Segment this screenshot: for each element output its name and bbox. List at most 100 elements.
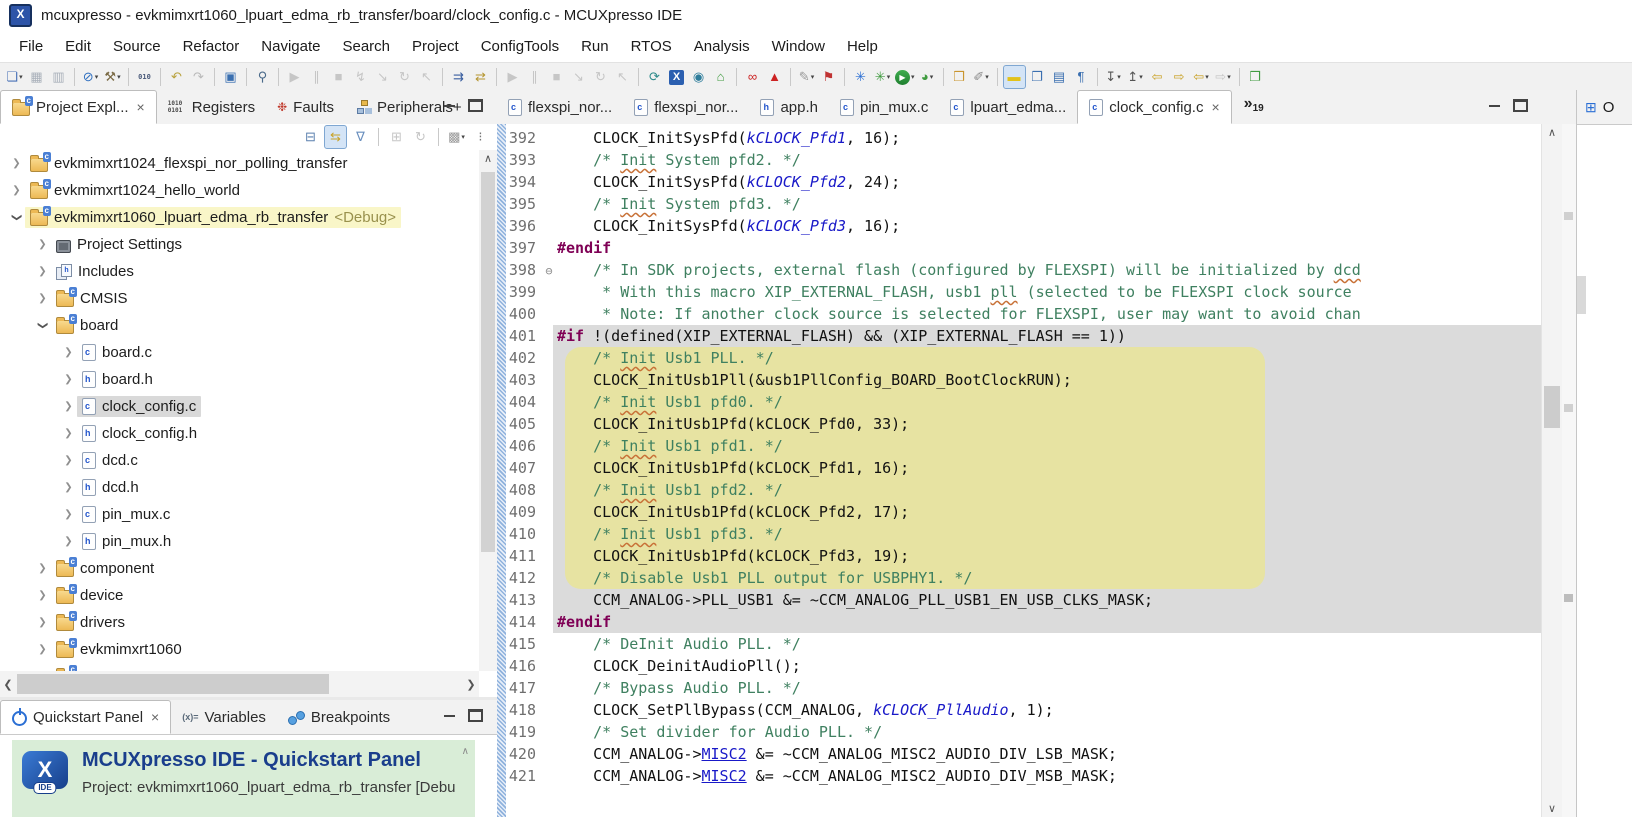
code-line[interactable]: 415 /* DeInit Audio PLL. */ (506, 633, 1542, 655)
expand-arrow-icon[interactable]: ❯ (60, 401, 77, 412)
tree-item-device[interactable]: ❯ device (0, 582, 479, 609)
code-line[interactable]: 407 CLOCK_InitUsb1Pfd(kCLOCK_Pfd1, 16); (506, 457, 1542, 479)
expand-arrow-icon[interactable]: ❯ (60, 482, 77, 493)
tree-item-cmsis[interactable]: ❯ CMSIS (0, 285, 479, 312)
code-line[interactable]: 411 CLOCK_InitUsb1Pfd(kCLOCK_Pfd3, 19); (506, 545, 1542, 567)
resume-button[interactable]: ▶ (284, 66, 305, 88)
minimize-icon[interactable] (444, 715, 455, 717)
scroll-right-icon[interactable]: ❯ (463, 678, 479, 691)
suspend-all-button[interactable]: ∥ (524, 66, 545, 88)
show-disassembly-button[interactable]: ⇄ (470, 66, 491, 88)
code-line[interactable]: 400 * Note: If another clock source is s… (506, 303, 1542, 325)
redo-button[interactable]: ↷ (188, 66, 209, 88)
next-annotation-button[interactable]: ↧ ▾ (1103, 66, 1124, 88)
scroll-down-icon[interactable]: ∨ (1542, 802, 1562, 815)
last-edit-location-button[interactable]: ⇦ (1147, 66, 1168, 88)
tab-overflow-indicator[interactable]: » 19 (1244, 90, 1264, 124)
instruction-stepping-button[interactable]: ⇉ (448, 66, 469, 88)
tree-horizontal-scrollbar[interactable]: ❮ ❯ (0, 671, 479, 697)
debug-new-button[interactable]: ✳ (850, 66, 871, 88)
expand-arrow-icon[interactable]: ❯ (60, 536, 77, 547)
annotation-marker[interactable] (1564, 404, 1573, 412)
home-button[interactable]: ⌂ (710, 66, 731, 88)
view-menu-button[interactable]: ▩ ▾ (446, 126, 467, 148)
code-line[interactable]: 397 #endif (506, 237, 1542, 259)
scrollbar-thumb[interactable] (17, 674, 329, 694)
step-over-button[interactable]: ↻ (394, 66, 415, 88)
code-line[interactable]: 410 /* Init Usb1 pfd3. */ (506, 523, 1542, 545)
search-button[interactable]: ⚲ (252, 66, 273, 88)
new-button[interactable]: ❏ ▾ (4, 66, 25, 88)
code-line[interactable]: 419 /* Set divider for Audio PLL. */ (506, 721, 1542, 743)
code-line[interactable]: 409 CLOCK_InitUsb1Pfd(kCLOCK_Pfd2, 17); (506, 501, 1542, 523)
step-return-button[interactable]: ↖ (416, 66, 437, 88)
tree-item-source[interactable]: ❯source (0, 663, 479, 671)
maximize-icon[interactable] (468, 709, 483, 722)
code-editor[interactable]: 392 CLOCK_InitSysPfd(kCLOCK_Pfd1, 16); 39… (497, 124, 1576, 817)
editor-tab-flexspi-nor[interactable]: flexspi_nor... (623, 90, 749, 124)
editor-tab-pin-mux-c[interactable]: pin_mux.c (829, 90, 939, 124)
step-into-button[interactable]: ↘ (372, 66, 393, 88)
expand-arrow-icon[interactable]: ❯ (60, 374, 77, 385)
editor-vertical-scrollbar[interactable]: ∧ ∨ (1541, 124, 1562, 817)
binaries-button[interactable]: 010 (134, 66, 155, 88)
expand-arrow-icon[interactable]: ❯ (34, 266, 51, 277)
menu-refactor[interactable]: Refactor (172, 34, 251, 59)
code-line[interactable]: 417 /* Bypass Audio PLL. */ (506, 677, 1542, 699)
link-with-editor-button[interactable]: ⇆ (324, 125, 347, 149)
remove-marker-button[interactable]: ⚑ (818, 66, 839, 88)
code-line[interactable]: 404 /* Init Usb1 pfd0. */ (506, 391, 1542, 413)
expand-arrow-icon[interactable]: ❯ (34, 644, 51, 655)
bottom-tab-breakpoints[interactable]: Breakpoints (277, 700, 401, 734)
menu-source[interactable]: Source (102, 34, 172, 59)
scrollbar-thumb[interactable] (1544, 386, 1560, 428)
code-line[interactable]: 396 CLOCK_InitSysPfd(kCLOCK_Pfd3, 16); (506, 215, 1542, 237)
annotation-list-button[interactable]: ▤ (1049, 66, 1070, 88)
code-line[interactable]: 421 CCM_ANALOG->MISC2 &= ~CCM_ANALOG_MIS… (506, 765, 1542, 787)
collapse-arrow-icon[interactable]: ❯ (11, 209, 22, 226)
undo-button[interactable]: ↶ (166, 66, 187, 88)
scroll-up-icon[interactable]: ∧ (479, 152, 497, 165)
menu-rtos[interactable]: RTOS (620, 34, 683, 59)
close-icon[interactable]: × (137, 99, 145, 115)
console-button[interactable]: ▣ (220, 66, 241, 88)
save-all-button[interactable]: ▥ (48, 66, 69, 88)
annotation-marker[interactable] (1564, 594, 1573, 602)
tree-item-clock-config-h[interactable]: ❯ clock_config.h (0, 420, 479, 447)
profile-button[interactable]: ◕ ▾ (917, 66, 938, 88)
tree-item-drivers[interactable]: ❯ drivers (0, 609, 479, 636)
editor-tab-flexspi-nor[interactable]: flexspi_nor... (497, 90, 623, 124)
focus-on-active-task-button[interactable]: ⊞ (386, 126, 407, 148)
code-line[interactable]: 412 /* Disable Usb1 PLL output for USBPH… (506, 567, 1542, 589)
code-line[interactable]: 393 /* Init System pfd2. */ (506, 149, 1542, 171)
menu-configtools[interactable]: ConfigTools (470, 34, 570, 59)
bottom-tab-quickstart-panel[interactable]: Quickstart Panel × (0, 700, 172, 734)
annotation-doc-button[interactable]: ❐ (1027, 66, 1048, 88)
close-icon[interactable]: × (1211, 99, 1219, 115)
code-line[interactable]: 405 CLOCK_InitUsb1Pfd(kCLOCK_Pfd0, 33); (506, 413, 1542, 435)
fold-collapse-icon[interactable]: ⊖ (541, 260, 557, 282)
expand-arrow-icon[interactable]: ❯ (8, 185, 25, 196)
step-marker-button[interactable]: ↯ (350, 66, 371, 88)
tree-item-pin-mux-c[interactable]: ❯ pin_mux.c (0, 501, 479, 528)
code-line[interactable]: 418 CLOCK_SetPllBypass(CCM_ANALOG, kCLOC… (506, 699, 1542, 721)
tree-item-pin-mux-h[interactable]: ❯ pin_mux.h (0, 528, 479, 555)
menu-file[interactable]: File (8, 34, 54, 59)
step-into-all-button[interactable]: ↘ (568, 66, 589, 88)
explorer-tab-project-expl[interactable]: Project Expl... × (0, 90, 157, 124)
menu-run[interactable]: Run (570, 34, 620, 59)
scroll-up-icon[interactable]: ∧ (1542, 126, 1562, 139)
run-button[interactable]: ▶ ▾ (894, 66, 916, 88)
expand-arrow-icon[interactable]: ❯ (34, 239, 51, 250)
globe-button[interactable]: ◉ (688, 66, 709, 88)
tree-item-component[interactable]: ❯ component (0, 555, 479, 582)
expand-arrow-icon[interactable]: ❯ (60, 509, 77, 520)
expand-arrow-icon[interactable]: ❯ (34, 563, 51, 574)
tree-item-clock-config-c[interactable]: ❯ clock_config.c (0, 393, 479, 420)
expand-arrow-icon[interactable]: ❯ (60, 347, 77, 358)
collapse-arrow-icon[interactable]: ❯ (37, 317, 48, 334)
scrollbar-thumb[interactable] (481, 172, 495, 552)
minimize-icon[interactable] (1489, 105, 1500, 107)
tree-item-board-c[interactable]: ❯ board.c (0, 339, 479, 366)
debug-button[interactable]: ✳ ▾ (872, 66, 893, 88)
